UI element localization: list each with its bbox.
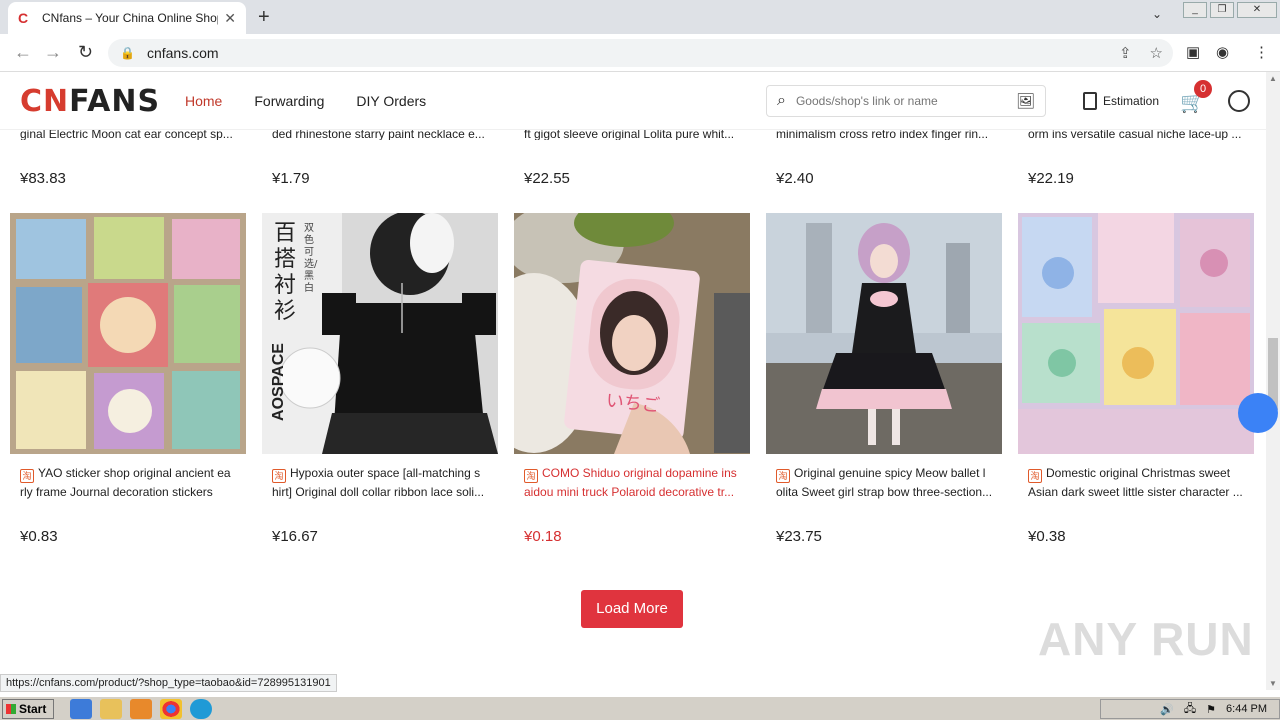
clock[interactable]: 6:44 PM <box>1226 703 1267 715</box>
product-price: ¥0.38 <box>1028 528 1066 545</box>
browser-tab-strip: C CNfans – Your China Online Shopping ✕ … <box>0 0 1280 34</box>
product-title[interactable]: 淘 Original genuine spicy Meow ballet l ol… <box>766 464 1002 500</box>
product-price: ¥23.75 <box>776 528 822 545</box>
edge-icon[interactable] <box>190 698 212 719</box>
product-card[interactable]: minimalism cross retro index finger rin.… <box>766 130 1002 187</box>
address-bar[interactable]: 🔒 cnfans.com ⇪ ☆ <box>108 39 1173 67</box>
search-icon[interactable]: ⌕ <box>777 92 786 110</box>
new-tab-button[interactable]: + <box>258 6 270 29</box>
nav-home[interactable]: Home <box>185 93 222 109</box>
window-controls: _ ❐ ✕ <box>1183 2 1280 18</box>
chat-support-icon[interactable] <box>1238 393 1278 433</box>
reload-icon[interactable]: ↻ <box>78 42 93 63</box>
user-account-icon[interactable] <box>1228 90 1250 112</box>
tab-title: CNfans – Your China Online Shopping <box>42 11 218 25</box>
chrome-icon[interactable] <box>160 698 182 719</box>
windows-taskbar: Start 🔊 🖧 ⚑ 6:44 PM <box>0 696 1280 720</box>
system-tray: 🔊 🖧 ⚑ 6:44 PM <box>1100 699 1280 719</box>
close-icon[interactable]: ✕ <box>224 10 236 27</box>
side-chinese-text: 双色可选/黑白 <box>304 223 318 294</box>
browser-menu-icon[interactable]: ⋮ <box>1254 43 1269 61</box>
browser-toolbar: ← → ↻ 🔒 cnfans.com ⇪ ☆ ▣ ◉ ⋮ <box>0 34 1280 72</box>
folder-icon[interactable] <box>100 698 122 719</box>
product-price: ¥83.83 <box>20 170 66 187</box>
chevron-down-icon[interactable]: ⌄ <box>1152 7 1162 21</box>
site-header: CNFANS Home Forwarding DIY Orders ⌕ 🖼 Es… <box>0 72 1266 130</box>
product-card[interactable]: 淘 Domestic original Christmas sweet Asian… <box>1018 213 1254 545</box>
status-bar-url: https://cnfans.com/product/?shop_type=ta… <box>0 674 337 692</box>
search-box: ⌕ 🖼 <box>766 85 1046 117</box>
main-nav: Home Forwarding DIY Orders <box>185 93 426 109</box>
product-title[interactable]: 淘 YAO sticker shop original ancient ea rl… <box>10 464 246 500</box>
close-window-button[interactable]: ✕ <box>1237 2 1277 18</box>
side-panel-icon[interactable]: ▣ <box>1186 43 1200 61</box>
speaker-icon[interactable]: 🔊 <box>1160 703 1174 716</box>
start-button[interactable]: Start <box>2 698 54 719</box>
product-image[interactable] <box>766 213 1002 454</box>
product-title[interactable]: 淘 Domestic original Christmas sweet Asian… <box>1018 464 1254 500</box>
card-japanese-text: いちご <box>604 390 661 417</box>
flag-icon[interactable]: ⚑ <box>1206 703 1216 716</box>
bookmark-star-icon[interactable]: ☆ <box>1150 44 1163 62</box>
back-arrow-icon[interactable]: ← <box>14 42 32 63</box>
lock-icon[interactable]: 🔒 <box>120 46 135 60</box>
anyrun-watermark: ANY RUN <box>1038 613 1254 665</box>
product-price: ¥1.79 <box>272 170 310 187</box>
nav-forwarding[interactable]: Forwarding <box>254 93 324 109</box>
product-price: ¥0.83 <box>20 528 58 545</box>
taobao-icon: 淘 <box>20 469 34 483</box>
taobao-icon: 淘 <box>776 469 790 483</box>
product-card[interactable]: orm ins versatile casual niche lace-up .… <box>1018 130 1254 187</box>
nav-diy-orders[interactable]: DIY Orders <box>356 93 426 109</box>
product-image[interactable]: 百搭衬衫 双色可选/黑白 AOSPACE <box>262 213 498 454</box>
product-card[interactable]: 百搭衬衫 双色可选/黑白 AOSPACE 淘 Hypoxia outer spac… <box>262 213 498 545</box>
product-grid: ginal Electric Moon cat ear concept sp..… <box>0 130 1266 690</box>
product-card[interactable]: ginal Electric Moon cat ear concept sp..… <box>10 130 246 187</box>
product-price: ¥16.67 <box>272 528 318 545</box>
product-price: ¥22.19 <box>1028 170 1074 187</box>
product-price: ¥22.55 <box>524 170 570 187</box>
product-card[interactable]: 淘 Original genuine spicy Meow ballet l ol… <box>766 213 1002 545</box>
product-image[interactable]: いちご <box>514 213 750 454</box>
cnfans-logo[interactable]: CNFANS <box>20 84 160 119</box>
estimation-link[interactable]: Estimation <box>1083 92 1159 110</box>
taobao-icon: 淘 <box>1028 469 1042 483</box>
vertical-chinese-text: 百搭衬衫 <box>274 221 297 324</box>
network-icon[interactable]: 🖧 <box>1184 700 1196 719</box>
media-player-icon[interactable] <box>130 698 152 719</box>
product-image[interactable] <box>1018 213 1254 454</box>
taobao-icon: 淘 <box>524 469 538 483</box>
product-image[interactable] <box>10 213 246 454</box>
scroll-up-icon[interactable]: ▲ <box>1269 74 1277 83</box>
browser-tab[interactable]: C CNfans – Your China Online Shopping ✕ <box>8 2 246 34</box>
calculator-icon <box>1083 92 1097 110</box>
product-card[interactable]: いちご 淘 COMO Shiduo original dopamine ins a… <box>514 213 750 545</box>
product-price: ¥0.18 <box>524 528 562 545</box>
scroll-down-icon[interactable]: ▼ <box>1269 679 1277 688</box>
url-text: cnfans.com <box>146 45 219 61</box>
load-more-button[interactable]: Load More <box>581 590 683 628</box>
forward-arrow-icon[interactable]: → <box>44 42 62 63</box>
cart-count-badge: 0 <box>1194 80 1212 98</box>
product-title[interactable]: 淘 Hypoxia outer space [all-matching s hir… <box>262 464 498 500</box>
ie-icon[interactable] <box>70 698 92 719</box>
search-input[interactable] <box>795 94 1016 108</box>
share-icon[interactable]: ⇪ <box>1119 44 1132 62</box>
restore-button[interactable]: ❐ <box>1210 2 1234 18</box>
product-card[interactable]: 淘 YAO sticker shop original ancient ea rl… <box>10 213 246 545</box>
product-card[interactable]: ft gigot sleeve original Lolita pure whi… <box>514 130 750 187</box>
image-search-icon[interactable]: 🖼 <box>1016 92 1035 110</box>
product-title[interactable]: 淘 COMO Shiduo original dopamine ins aidou… <box>514 464 750 500</box>
page-scrollbar[interactable]: ▲ ▼ <box>1266 72 1280 690</box>
product-price: ¥2.40 <box>776 170 814 187</box>
cnfans-favicon-icon: C <box>18 10 29 26</box>
taobao-icon: 淘 <box>272 469 286 483</box>
profile-avatar-icon[interactable]: ◉ <box>1216 43 1229 61</box>
minimize-button[interactable]: _ <box>1183 2 1207 18</box>
aospace-text: AOSPACE <box>269 343 287 421</box>
product-card[interactable]: ded rhinestone starry paint necklace e..… <box>262 130 498 187</box>
